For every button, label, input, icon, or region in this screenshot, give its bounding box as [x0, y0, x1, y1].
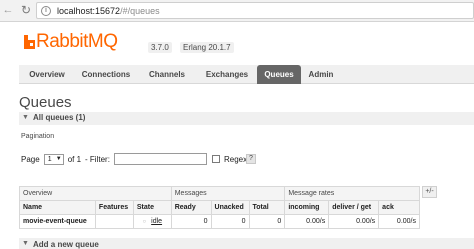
queue-unacked: 0 — [210, 214, 250, 229]
filter-input[interactable] — [113, 153, 207, 165]
idle-status-icon: ○ — [142, 219, 147, 225]
reload-icon[interactable]: ↻ — [19, 3, 33, 17]
col-total[interactable]: Total — [248, 200, 286, 215]
page-title: Queues — [19, 94, 72, 111]
browser-toolbar: ← ↻ i localhost:15672/#/queues — [0, 0, 474, 22]
page-select[interactable]: 1 ▼ — [43, 153, 64, 165]
section-label: All queues (1) — [33, 113, 86, 122]
col-deliver-get[interactable]: deliver / get — [328, 200, 380, 215]
rabbitmq-logo-icon — [24, 35, 35, 49]
collapse-triangle-icon: ▼ — [22, 114, 29, 121]
table-row: movie-event-queue ○ idle 0 0 0 0.00/s 0.0… — [19, 214, 420, 229]
regex-checkbox[interactable] — [212, 155, 220, 163]
info-icon[interactable]: i — [41, 6, 51, 16]
tab-channels[interactable]: Channels — [137, 65, 197, 84]
queue-ack: 0.00/s — [378, 214, 420, 229]
tab-connections[interactable]: Connections — [75, 65, 137, 84]
queue-ready: 0 — [170, 214, 212, 229]
col-ready[interactable]: Ready — [170, 200, 212, 215]
url-text[interactable]: localhost:15672/#/queues — [57, 6, 160, 16]
address-bar[interactable]: i localhost:15672/#/queues — [36, 2, 474, 19]
table-group-header: Overview Messages Message rates — [19, 186, 420, 201]
main-nav-tabs: Overview Connections Channels Exchanges … — [19, 65, 474, 84]
queue-features — [94, 214, 134, 229]
tab-admin[interactable]: Admin — [301, 65, 341, 84]
url-path: /#/queues — [120, 6, 160, 16]
page-word: Page — [21, 154, 40, 164]
queue-state: ○ idle — [132, 214, 172, 229]
queue-deliver-get: 0.00/s — [328, 214, 380, 229]
regex-label: Regex — [224, 155, 248, 164]
col-features[interactable]: Features — [94, 200, 134, 215]
queue-incoming: 0.00/s — [284, 214, 330, 229]
queues-table: Overview Messages Message rates Name Fea… — [19, 186, 420, 229]
group-message-rates: Message rates — [284, 186, 420, 201]
queue-state-text: idle — [151, 218, 163, 225]
queue-total: 0 — [248, 214, 286, 229]
url-host: localhost:15672 — [57, 6, 121, 16]
col-state[interactable]: State — [132, 200, 172, 215]
col-name[interactable]: Name — [19, 200, 96, 215]
add-queue-section-header[interactable]: ▼ Add a new queue — [19, 238, 474, 249]
col-incoming[interactable]: incoming — [284, 200, 330, 215]
column-toggle-button[interactable]: +/- — [422, 186, 437, 198]
chevron-down-icon: ▼ — [55, 155, 62, 162]
version-badge: 3.7.0 — [148, 42, 172, 53]
erlang-version-badge: Erlang 20.1.7 — [180, 42, 234, 53]
group-messages: Messages — [170, 186, 286, 201]
expand-triangle-icon: ▼ — [22, 240, 29, 247]
page-count: of 1 — [67, 154, 82, 164]
table-column-header: Name Features State Ready Unacked Total … — [19, 200, 420, 215]
add-queue-label: Add a new queue — [33, 240, 99, 249]
regex-help-button[interactable]: ? — [246, 154, 256, 164]
logo-text: RabbitMQ — [36, 31, 118, 52]
tab-overview[interactable]: Overview — [19, 65, 75, 84]
back-arrow-icon[interactable]: ← — [2, 4, 14, 16]
col-ack[interactable]: ack — [378, 200, 420, 215]
tab-exchanges[interactable]: Exchanges — [197, 65, 257, 84]
all-queues-section-header[interactable]: ▼ All queues (1) — [19, 112, 474, 125]
queue-name-link[interactable]: movie-event-queue — [19, 214, 96, 229]
pagination-label: Pagination — [21, 133, 55, 140]
page-select-value: 1 — [47, 155, 52, 163]
pagination-controls: Page 1 ▼ of 1 - Filter: — [21, 153, 207, 165]
rabbitmq-logo[interactable]: RabbitMQ — [24, 30, 118, 54]
group-overview: Overview — [19, 186, 172, 201]
col-unacked[interactable]: Unacked — [210, 200, 250, 215]
tab-queues[interactable]: Queues — [257, 65, 301, 84]
filter-label: - Filter: — [85, 154, 110, 164]
